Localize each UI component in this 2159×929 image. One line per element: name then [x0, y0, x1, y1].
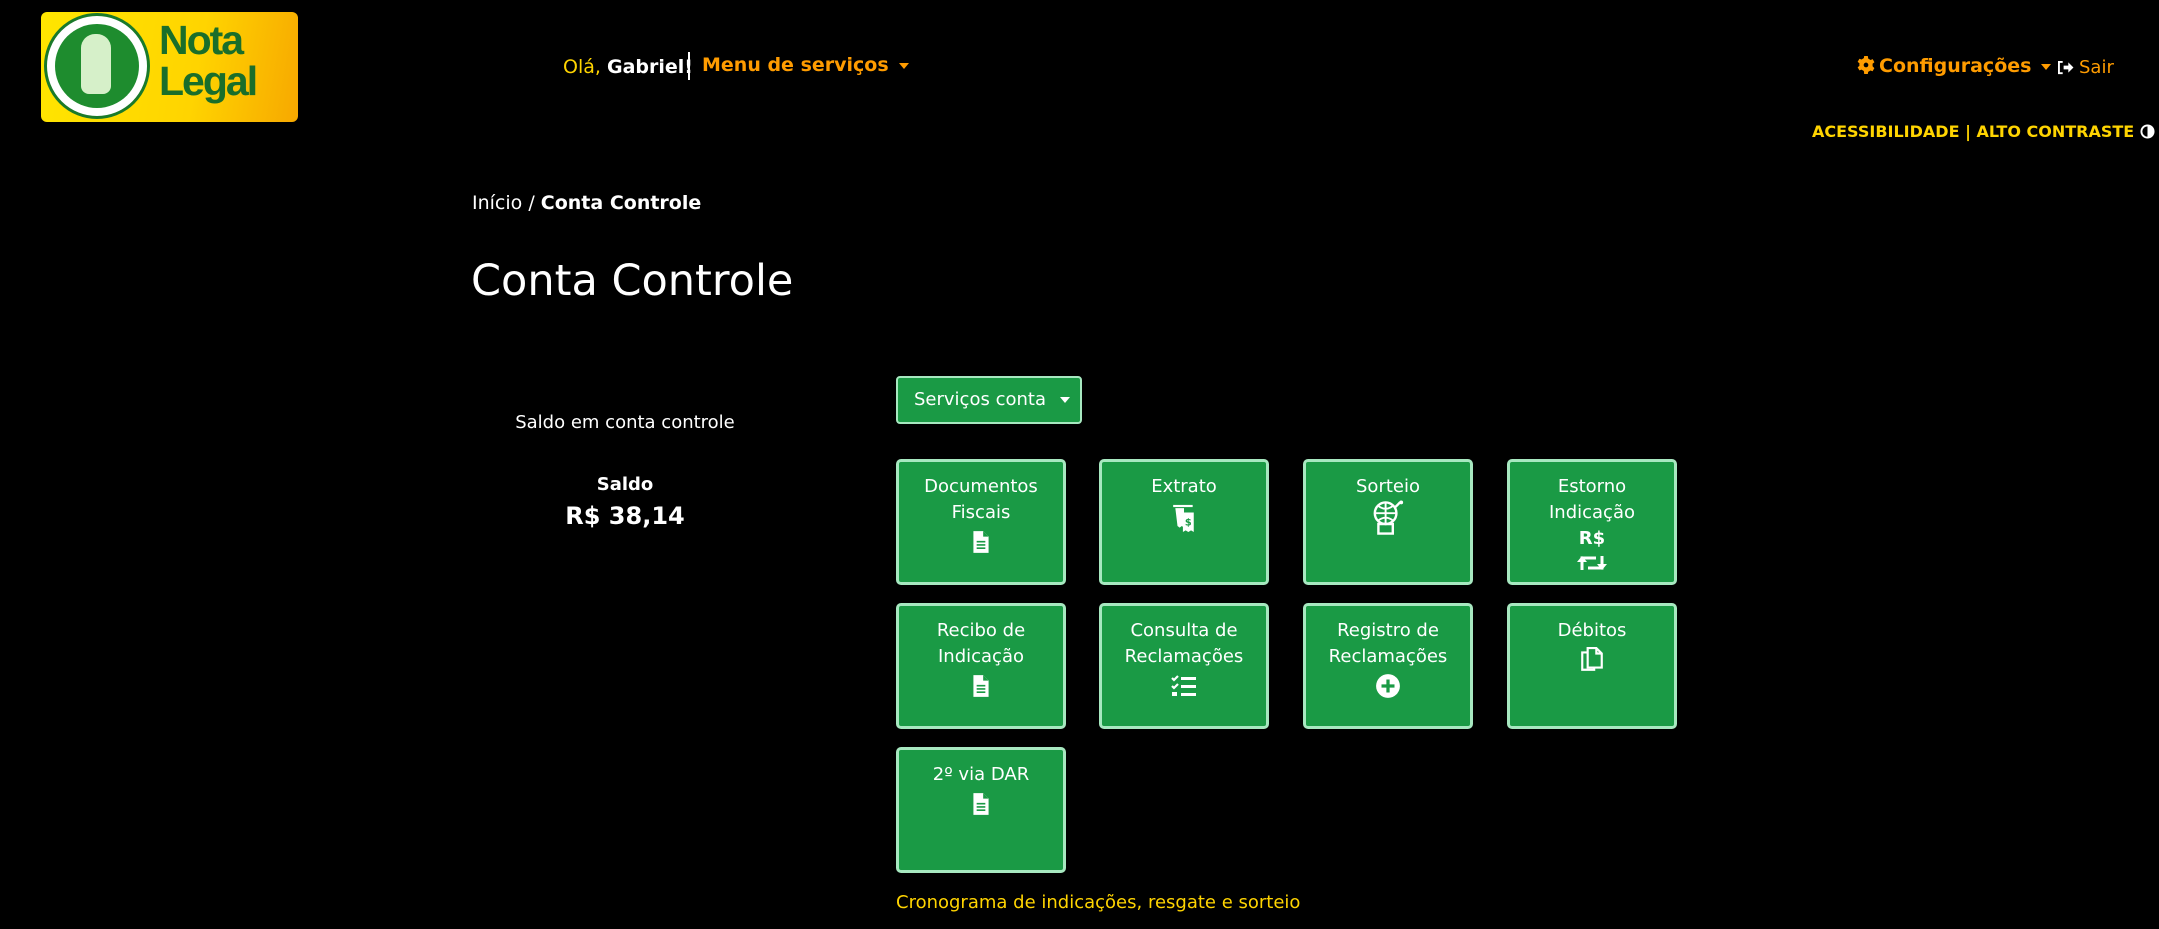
tile-label: Débitos	[1557, 620, 1627, 641]
accessibility-label: ACESSIBILIDADE | ALTO CONTRASTE	[1812, 122, 2135, 141]
logo-thumb	[81, 34, 111, 94]
tile-label: Documentos Fiscais	[924, 476, 1038, 523]
plus-circle-icon	[1376, 674, 1400, 698]
schedule-link[interactable]: Cronograma de indicações, resgate e sort…	[896, 892, 1300, 913]
caret-down-icon	[2041, 63, 2052, 70]
copy-icon	[1581, 647, 1603, 671]
greeting: Olá, Gabriel!	[563, 56, 693, 78]
services-dropdown-label: Serviços conta	[914, 389, 1046, 410]
document-icon	[973, 793, 989, 815]
globe-raffle-icon	[1373, 500, 1404, 535]
tile-consulta-de-reclamacoes[interactable]: Consulta de Reclamações	[1099, 603, 1269, 729]
tile-label: Extrato	[1151, 476, 1217, 497]
tile-label: Consulta de Reclamações	[1124, 620, 1244, 667]
contrast-icon	[2140, 124, 2155, 139]
nav-divider	[688, 52, 690, 80]
settings-menu-label: Configurações	[1879, 55, 2032, 77]
receipt-money-icon: $	[1173, 504, 1194, 532]
nota-legal-logo[interactable]: Nota Legal	[41, 12, 298, 122]
tile-label: 2º via DAR	[932, 764, 1030, 785]
balance-title: Saldo	[596, 474, 654, 495]
gear-icon	[1857, 56, 1875, 74]
tile-label: Recibo de Indicação	[936, 620, 1026, 667]
caret-down-icon	[1059, 397, 1070, 403]
tile-label: Estorno Indicação	[1548, 476, 1635, 523]
breadcrumb: Início / Conta Controle	[472, 192, 701, 214]
tile-label: Registro de Reclamações	[1328, 620, 1448, 667]
tasks-icon	[1171, 675, 1196, 696]
svg-text:$: $	[1185, 518, 1192, 529]
user-name: Gabriel!	[606, 56, 693, 78]
tile-extrato[interactable]: Extrato $	[1099, 459, 1269, 585]
tile-recibo-de-indicacao[interactable]: Recibo de Indicação	[896, 603, 1066, 729]
logout-label: Sair	[2079, 57, 2114, 78]
sign-out-icon	[2058, 60, 2074, 75]
tile-documentos-fiscais[interactable]: Documentos Fiscais	[896, 459, 1066, 585]
logo-text: Nota Legal	[159, 17, 258, 104]
breadcrumb-home-link[interactable]: Início	[472, 192, 522, 214]
tile-label: Sorteio	[1356, 476, 1420, 497]
tile-segunda-via-dar[interactable]: 2º via DAR	[896, 747, 1066, 873]
balance-value: R$ 38,14	[565, 502, 685, 530]
services-menu-label: Menu de serviços	[702, 54, 889, 76]
caret-down-icon	[898, 62, 909, 69]
document-icon	[973, 675, 989, 697]
greeting-prefix: Olá,	[563, 56, 601, 78]
page-title: Conta Controle	[471, 256, 794, 306]
accessibility-toggle[interactable]: ACESSIBILIDADE | ALTO CONTRASTE	[1812, 122, 2155, 141]
tile-sorteio[interactable]: Sorteio	[1303, 459, 1473, 585]
currency-text: R$	[1578, 528, 1606, 549]
retweet-icon	[1577, 556, 1607, 570]
tile-registro-de-reclamacoes[interactable]: Registro de Reclamações	[1303, 603, 1473, 729]
breadcrumb-current: Conta Controle	[540, 192, 702, 214]
tile-debitos[interactable]: Débitos	[1507, 603, 1677, 729]
services-dropdown[interactable]: Serviços conta	[896, 376, 1082, 424]
logout-button[interactable]: Sair	[2057, 57, 2114, 78]
balance-label: Saldo em conta controle	[515, 412, 735, 433]
tile-estorno-indicacao[interactable]: Estorno Indicação R$	[1507, 459, 1677, 585]
settings-menu-button[interactable]: Configurações	[1857, 55, 2052, 77]
breadcrumb-separator: /	[528, 192, 535, 214]
services-menu-button[interactable]: Menu de serviços	[702, 54, 909, 76]
document-icon	[973, 531, 989, 553]
